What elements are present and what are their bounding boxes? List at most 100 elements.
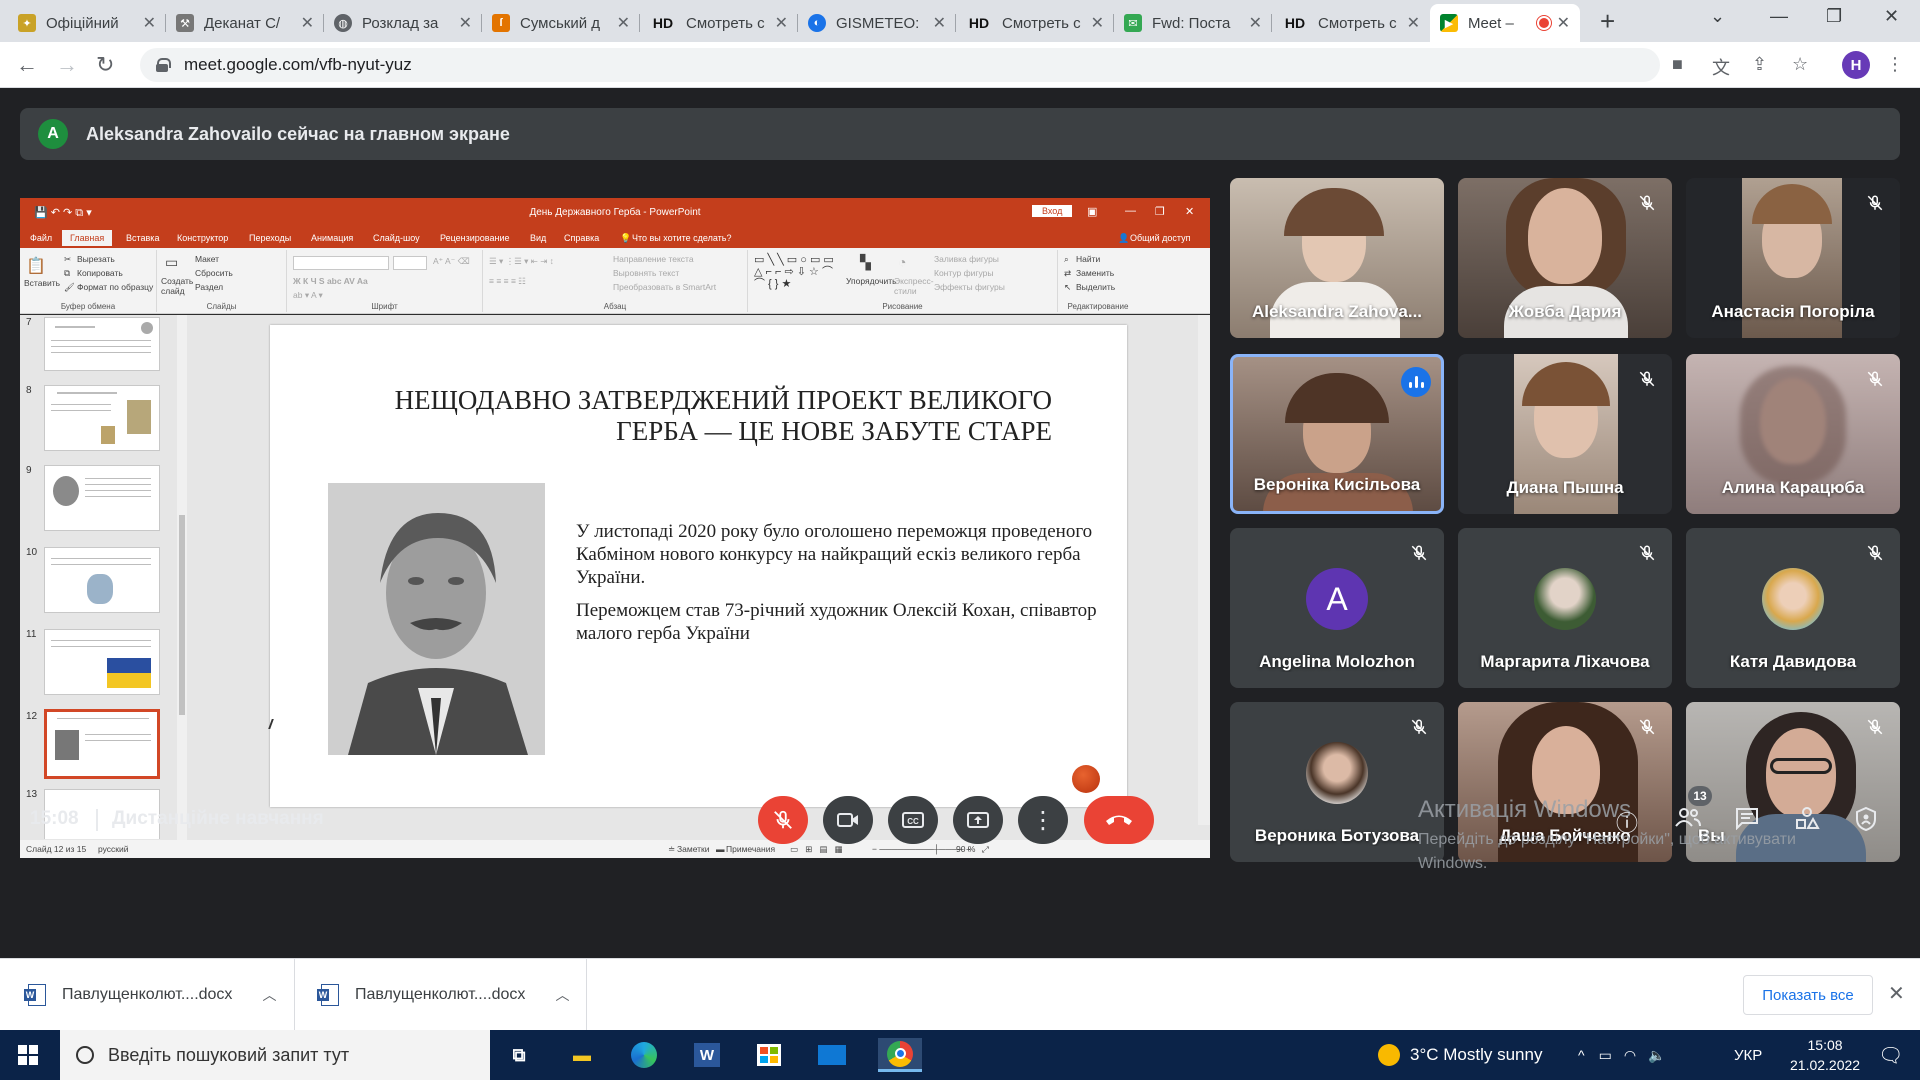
present-screen-button[interactable] bbox=[953, 796, 1003, 844]
font-size-select[interactable] bbox=[393, 256, 427, 270]
download-item[interactable]: Павлущенколют....docx ︿ bbox=[0, 959, 295, 1031]
windows-start-icon[interactable] bbox=[18, 1045, 38, 1065]
shape-outline-button[interactable]: Контур фигуры bbox=[934, 268, 993, 278]
chrome-icon[interactable] bbox=[878, 1038, 922, 1072]
notes-button[interactable]: Заметки bbox=[677, 844, 710, 854]
section-button[interactable]: Раздел bbox=[195, 282, 223, 292]
pp-close-icon[interactable]: ✕ bbox=[1185, 205, 1194, 218]
align-icons[interactable]: ≡ ≡ ≡ ≡ ☷ bbox=[489, 276, 526, 287]
zoom-level[interactable]: 90 % bbox=[956, 844, 975, 854]
restore-button[interactable]: ❐ bbox=[1826, 6, 1842, 27]
participant-tile[interactable]: Aleksandra Zahova... bbox=[1230, 178, 1444, 338]
replace-button[interactable]: Заменить bbox=[1076, 268, 1114, 278]
url-text[interactable]: meet.google.com/vfb-nyut-yuz bbox=[184, 55, 412, 75]
word-icon[interactable]: W bbox=[690, 1038, 724, 1072]
translate-icon[interactable]: 文 bbox=[1712, 54, 1730, 80]
file-explorer-icon[interactable]: ▬ bbox=[565, 1038, 599, 1072]
find-button[interactable]: Найти bbox=[1076, 254, 1100, 264]
notifications-icon[interactable]: 🗨 bbox=[1878, 1030, 1903, 1080]
close-icon[interactable]: ✕ bbox=[1407, 13, 1420, 33]
host-controls-icon[interactable] bbox=[1854, 806, 1878, 838]
smartart-button[interactable]: Преобразовать в SmartArt bbox=[613, 282, 716, 292]
shape-fill-button[interactable]: Заливка фигуры bbox=[934, 254, 999, 264]
browser-tab[interactable]: ſ Сумський д ✕ bbox=[482, 4, 640, 42]
people-icon[interactable] bbox=[1674, 806, 1702, 834]
browser-tab[interactable]: HD Смотреть с ✕ bbox=[1272, 4, 1430, 42]
new-slide-button[interactable]: Создать слайд bbox=[161, 276, 195, 296]
tab-search-icon[interactable]: ⌄ bbox=[1710, 6, 1725, 27]
chevron-up-icon[interactable]: ︿ bbox=[555, 985, 569, 1005]
pp-login-button[interactable]: Вход bbox=[1032, 205, 1073, 217]
browser-tab[interactable]: ✉ Fwd: Поста ✕ bbox=[1114, 4, 1272, 42]
participant-tile[interactable]: Катя Давидова bbox=[1686, 528, 1900, 688]
pp-restore-icon[interactable]: ❐ bbox=[1155, 205, 1165, 218]
close-icon[interactable]: ✕ bbox=[1249, 13, 1262, 33]
participant-tile[interactable]: Вероника Ботузова bbox=[1230, 702, 1444, 862]
slide-thumbnail[interactable] bbox=[44, 317, 160, 371]
arrange-button[interactable]: Упорядочить bbox=[846, 276, 897, 286]
participant-tile[interactable]: Алина Карацюба bbox=[1686, 354, 1900, 514]
pp-tab-design[interactable]: Конструктор bbox=[177, 233, 228, 243]
pp-tab-view[interactable]: Вид bbox=[530, 233, 546, 243]
paste-button[interactable]: Вставить bbox=[24, 278, 60, 288]
pp-tab-insert[interactable]: Вставка bbox=[126, 233, 159, 243]
more-options-button[interactable]: ⋮ bbox=[1018, 796, 1068, 844]
slide-thumbnail[interactable] bbox=[44, 465, 160, 531]
close-icon[interactable]: ✕ bbox=[933, 13, 946, 33]
input-language[interactable]: УКР bbox=[1734, 1030, 1762, 1080]
select-button[interactable]: Выделить bbox=[1076, 282, 1115, 292]
new-slide-icon[interactable]: ▭ bbox=[165, 254, 178, 271]
arrange-icon[interactable]: ▚ bbox=[860, 254, 871, 271]
pp-tab-slideshow[interactable]: Слайд-шоу bbox=[373, 233, 420, 243]
close-icon[interactable]: ✕ bbox=[775, 13, 788, 33]
chevron-up-icon[interactable]: ︿ bbox=[262, 985, 276, 1005]
new-tab-button[interactable]: + bbox=[1600, 6, 1615, 37]
participant-tile[interactable]: Анастасія Погоріла bbox=[1686, 178, 1900, 338]
profile-avatar[interactable]: H bbox=[1842, 51, 1870, 79]
wifi-icon[interactable]: ◠ bbox=[1624, 1047, 1636, 1064]
pp-tab-help[interactable]: Справка bbox=[564, 233, 599, 243]
shapes-gallery[interactable]: ▭ ╲ ╲ ▭ ○ ▭ ▭ △ ⌐ ⌐ ⇨ ⇩ ☆ ⌒ ⌒ { } ★ bbox=[754, 254, 844, 290]
close-icon[interactable]: ✕ bbox=[617, 13, 630, 33]
close-icon[interactable]: ✕ bbox=[143, 13, 156, 33]
close-download-bar-icon[interactable]: ✕ bbox=[1888, 981, 1905, 1006]
camera-toggle-button[interactable] bbox=[823, 796, 873, 844]
browser-tab-active[interactable]: ▶ Meet – ✕ bbox=[1430, 4, 1580, 42]
participant-tile[interactable]: Маргарита Ліхачова bbox=[1458, 528, 1672, 688]
share-icon[interactable]: ⇪ bbox=[1752, 54, 1767, 75]
minimize-button[interactable]: — bbox=[1770, 6, 1788, 27]
mic-toggle-button[interactable] bbox=[758, 796, 808, 844]
slide-thumbnail[interactable] bbox=[44, 547, 160, 613]
forward-icon[interactable]: → bbox=[56, 52, 78, 78]
pp-tab-transitions[interactable]: Переходы bbox=[249, 233, 291, 243]
comments-button[interactable]: Примечания bbox=[726, 844, 775, 854]
thumbnail-scrollbar[interactable] bbox=[177, 315, 187, 840]
font-color-icons[interactable]: ab ▾ A ▾ bbox=[293, 290, 323, 301]
browser-tab[interactable]: HD Смотреть с ✕ bbox=[956, 4, 1114, 42]
shape-effects-button[interactable]: Эффекты фигуры bbox=[934, 282, 1005, 292]
tray-icons[interactable]: ^ ▭ ◠ 🔈 bbox=[1578, 1030, 1677, 1080]
text-direction-button[interactable]: Направление текста bbox=[613, 254, 694, 264]
browser-tab[interactable]: ◐ GISMETEO: ✕ bbox=[798, 4, 956, 42]
volume-icon[interactable]: 🔈 bbox=[1648, 1047, 1665, 1064]
browser-tab[interactable]: HD Смотреть с ✕ bbox=[640, 4, 798, 42]
window-close-button[interactable]: ✕ bbox=[1884, 6, 1899, 27]
back-icon[interactable]: ← bbox=[16, 52, 38, 78]
address-bar[interactable]: meet.google.com/vfb-nyut-yuz bbox=[140, 48, 1660, 82]
slide-scrollbar[interactable] bbox=[1198, 315, 1210, 825]
pp-tab-animations[interactable]: Анимация bbox=[311, 233, 353, 243]
taskbar-search-box[interactable]: Введіть пошуковий запит тут bbox=[60, 1030, 490, 1080]
participant-tile[interactable]: Диана Пышна bbox=[1458, 354, 1672, 514]
leave-call-button[interactable] bbox=[1084, 796, 1154, 844]
pp-tab-review[interactable]: Рецензирование bbox=[440, 233, 510, 243]
current-slide[interactable]: НЕЩОДАВНО ЗАТВЕРДЖЕНИЙ ПРОЕКТ ВЕЛИКОГО Г… bbox=[270, 325, 1127, 807]
fit-slide-icon[interactable]: ⤢ bbox=[982, 844, 989, 855]
language-indicator[interactable]: русский bbox=[98, 844, 129, 854]
cut-button[interactable]: Вырезать bbox=[77, 254, 115, 264]
pp-share-button[interactable]: Общий доступ bbox=[1130, 233, 1190, 243]
slide-thumbnail[interactable] bbox=[44, 629, 160, 695]
close-icon[interactable]: ✕ bbox=[1557, 13, 1570, 33]
participant-tile[interactable]: Жовба Дария bbox=[1458, 178, 1672, 338]
ribbon-display-icon[interactable]: ▣ bbox=[1087, 205, 1097, 218]
slide-thumbnail[interactable] bbox=[44, 385, 160, 451]
